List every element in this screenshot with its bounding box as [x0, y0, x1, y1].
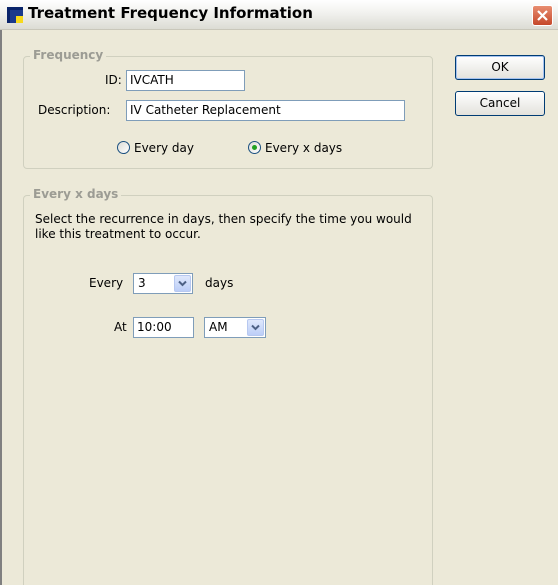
title-bar: Treatment Frequency Information	[0, 0, 558, 30]
ampm-dropdown[interactable]: AM	[204, 317, 266, 338]
days-dropdown[interactable]: 3	[133, 273, 193, 294]
ampm-value: AM	[209, 320, 228, 334]
close-icon	[537, 10, 548, 21]
time-field[interactable]: 10:00	[133, 317, 194, 338]
instructions-text-2: like this treatment to occur.	[35, 227, 201, 241]
window-border	[0, 30, 2, 585]
app-icon	[7, 7, 23, 23]
close-button[interactable]	[532, 5, 553, 26]
chevron-down-icon[interactable]	[174, 275, 191, 292]
id-label: ID:	[105, 73, 122, 87]
cancel-button[interactable]: Cancel	[455, 91, 545, 116]
id-field[interactable]: IVCATH	[126, 70, 245, 91]
every-x-days-legend: Every x days	[30, 187, 122, 201]
window-title: Treatment Frequency Information	[28, 4, 313, 22]
every-label: Every	[89, 276, 124, 290]
frequency-legend: Frequency	[30, 48, 107, 62]
at-label: At	[114, 320, 127, 334]
radio-selected-dot	[252, 145, 257, 150]
every-x-days-label[interactable]: Every x days	[265, 141, 342, 155]
description-label: Description:	[38, 103, 111, 117]
description-field[interactable]: IV Catheter Replacement	[126, 100, 405, 121]
instructions-text: Select the recurrence in days, then spec…	[35, 212, 412, 226]
every-day-label[interactable]: Every day	[134, 141, 194, 155]
every-day-radio[interactable]	[117, 141, 130, 154]
chevron-down-icon[interactable]	[247, 319, 264, 336]
ok-button[interactable]: OK	[455, 55, 545, 80]
every-x-days-group	[23, 195, 433, 585]
days-value: 3	[138, 276, 146, 290]
days-label: days	[205, 276, 234, 290]
every-x-days-radio[interactable]	[248, 141, 261, 154]
dialog-window: Treatment Frequency Information Frequenc…	[0, 0, 558, 585]
